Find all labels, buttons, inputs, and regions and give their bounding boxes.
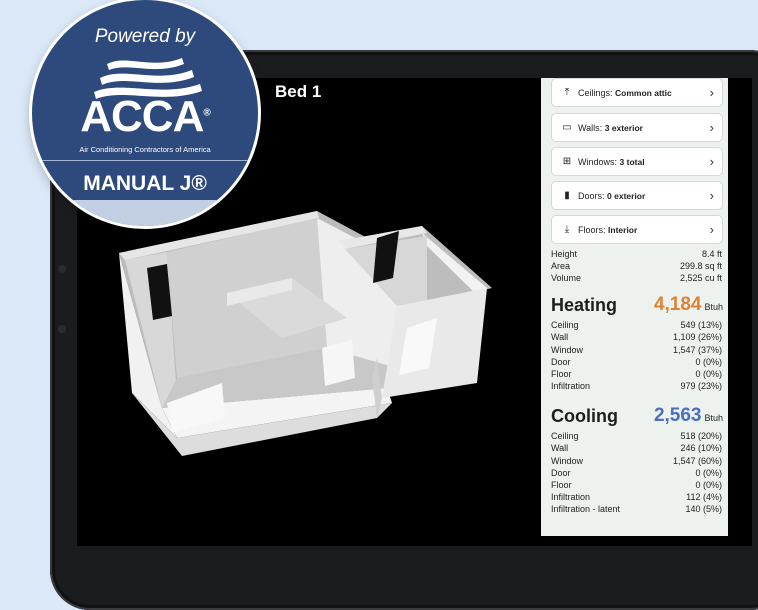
cooling-floor-row: Floor 0 (0%) [551,480,722,490]
heating-infiltration-row: Infiltration 979 (23%) [551,381,722,391]
badge-manual-j: MANUAL J® [83,172,207,195]
doors-row-label: Doors: 0 exterior [578,190,646,201]
chevron-right-icon: › [709,188,714,203]
floors-row-label: Floors: Interior [578,224,638,235]
tablet-sensor-dot [58,325,66,333]
cooling-ceiling-row: Ceiling 518 (20%) [551,431,722,441]
height-row: Height 8.4 ft [551,249,722,259]
doors-row-button[interactable]: ▮ Doors: 0 exterior › [551,181,723,210]
heating-total: 4,184 Btuh [653,294,723,315]
wall-icon: ▭ [562,122,572,133]
door-icon: ▮ [564,190,570,201]
floor-icon: ⤓ [564,224,570,235]
badge-powered-by: Powered by [94,26,196,47]
windows-row-label: Windows: 3 total [578,156,645,167]
cooling-total: 2,563 Btuh [653,405,723,426]
heating-door-row: Door 0 (0%) [551,357,722,367]
heating-window-row: Window 1,547 (37%) [551,345,722,355]
heating-title: Heating [551,295,618,315]
volume-row: Volume 2,525 cu ft [551,273,722,283]
heating-floor-row: Floor 0 (0%) [551,369,722,379]
cooling-wall-row: Wall 246 (10%) [551,443,722,453]
badge-acca-text: ACCA® [80,92,211,141]
floors-row-button[interactable]: ⤓ Floors: Interior › [551,215,723,244]
badge-subtitle: Air Conditioning Contractors of America [79,145,211,154]
window-icon: ⊞ [562,156,572,167]
ceilings-row-label: Ceilings: Common attic [578,87,672,98]
walls-row-button[interactable]: ▭ Walls: 3 exterior › [551,113,723,142]
cooling-window-row: Window 1,547 (60%) [551,456,722,466]
area-row: Area 299.8 sq ft [551,261,722,271]
tablet-camera-dot [58,265,66,273]
cooling-infiltration-row: Infiltration 112 (4%) [551,492,722,502]
acca-manual-j-badge: Powered by ACCA® Air Conditioning Contra… [32,0,258,226]
room-details-panel: ⤒ Ceilings: Common attic › ▭ Walls: 3 ex… [541,78,728,536]
heating-wall-row: Wall 1,109 (26%) [551,332,722,342]
ceiling-icon: ⤒ [564,87,570,98]
heating-ceiling-row: Ceiling 549 (13%) [551,320,722,330]
chevron-right-icon: › [709,85,714,100]
windows-row-button[interactable]: ⊞ Windows: 3 total › [551,147,723,176]
cooling-door-row: Door 0 (0%) [551,468,722,478]
chevron-right-icon: › [709,222,714,237]
chevron-right-icon: › [709,154,714,169]
chevron-right-icon: › [709,120,714,135]
badge-bottom-band [32,200,258,226]
ceilings-row-button[interactable]: ⤒ Ceilings: Common attic › [551,78,723,107]
cooling-title: Cooling [551,406,618,426]
cooling-infiltration-latent-row: Infiltration - latent 140 (5%) [551,504,722,514]
walls-row-label: Walls: 3 exterior [578,122,643,133]
